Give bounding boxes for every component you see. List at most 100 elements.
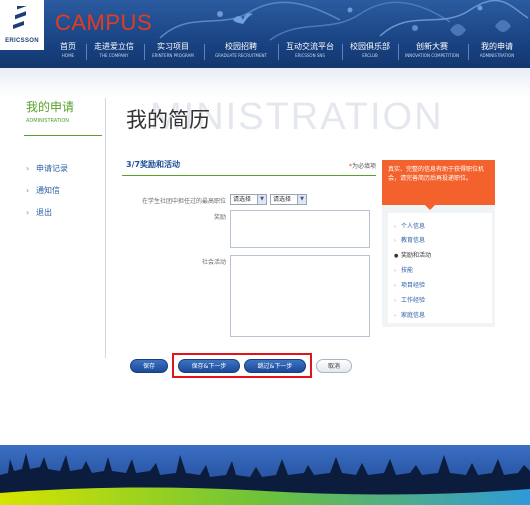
nav-sublabel: ADMINISTRATION bbox=[479, 53, 515, 58]
step-label: 技能 bbox=[401, 267, 414, 274]
nav-label: 创新大赛 bbox=[416, 42, 448, 51]
step-item-projects[interactable]: › 项目经验 bbox=[394, 280, 425, 289]
required-note: *为必填项 bbox=[349, 161, 376, 170]
tip-arrow bbox=[425, 205, 435, 210]
decorative-swirls bbox=[159, 0, 529, 41]
step-item-skills[interactable]: › 技能 bbox=[394, 265, 413, 274]
nav-sublabel: ERCLUB bbox=[362, 53, 378, 58]
nav-item-company[interactable]: 走进爱立信 THE COMPANY bbox=[92, 42, 136, 59]
chevron-right-icon: › bbox=[394, 298, 396, 304]
sidebar-item-records[interactable]: › 申请记录 bbox=[26, 163, 68, 174]
nav-item-club[interactable]: 校园俱乐部 ERCLUB bbox=[348, 42, 392, 59]
nav-item-graduate[interactable]: 校园招聘 GRADUATE RECRUITMENT bbox=[210, 42, 272, 59]
chevron-right-icon: › bbox=[394, 224, 396, 230]
nav-divider bbox=[204, 44, 205, 60]
sidebar-item-label: 申请记录 bbox=[36, 164, 68, 173]
activities-label: 社会活动 bbox=[201, 259, 226, 266]
chevron-down-icon: ▼ bbox=[257, 195, 266, 204]
logo-text: ERICSSON bbox=[5, 38, 39, 44]
position-select-1[interactable]: 请选择 ▼ bbox=[230, 194, 267, 205]
sidebar: 我的申请 ADMINISTRATION › 申请记录 › 通知信 › 退出 bbox=[20, 98, 102, 258]
nav-item-innovation[interactable]: 创新大赛 INNOVATION COMPETITION bbox=[402, 42, 462, 59]
sidebar-border bbox=[105, 98, 106, 358]
sidebar-item-label: 退出 bbox=[36, 208, 52, 217]
step-label: 项目经验 bbox=[401, 282, 426, 289]
chevron-right-icon: › bbox=[26, 164, 30, 173]
nav-sublabel: GRADUATE RECRUITMENT bbox=[215, 53, 267, 58]
page-root: ERICSSON CAMPUS 首页 HOME 走进爱立信 THE COMPAN… bbox=[0, 0, 530, 505]
header-shadow-band bbox=[0, 68, 530, 98]
nav-sublabel: ERINTERN PROGRAM bbox=[152, 53, 194, 58]
chevron-right-icon: › bbox=[394, 313, 396, 319]
steps-panel: › 个人信息 › 教育信息 ● 奖励和活动 › 技能 › 项目经验 › 工作经验 › 家庭信息 bbox=[382, 205, 495, 327]
step-item-work[interactable]: › 工作经验 bbox=[394, 295, 425, 304]
position-label: 在学生社团中担任过的最高职位 bbox=[141, 198, 226, 205]
crowd-silhouette-image bbox=[0, 453, 530, 505]
nav-label: 互动交流平台 bbox=[286, 42, 334, 51]
select-value: 请选择 bbox=[273, 196, 292, 203]
position-select-2[interactable]: 请选择 ▼ bbox=[270, 194, 307, 205]
nav-divider bbox=[144, 44, 145, 60]
campus-wordmark: CAMPUS bbox=[55, 10, 153, 35]
step-item-personal[interactable]: › 个人信息 bbox=[394, 221, 425, 230]
activities-textarea[interactable] bbox=[230, 255, 370, 337]
nav-label: 校园俱乐部 bbox=[350, 42, 390, 51]
sidebar-divider bbox=[24, 135, 102, 136]
nav-divider bbox=[342, 44, 343, 60]
nav-item-administration[interactable]: 我的申请 ADMINISTRATION bbox=[472, 42, 522, 59]
chevron-right-icon: › bbox=[26, 208, 30, 217]
nav-item-home[interactable]: 首页 HOME bbox=[54, 42, 82, 59]
sidebar-item-notices[interactable]: › 通知信 bbox=[26, 185, 60, 196]
tip-box: 真实、完整的信息有助于获得职位机会，请完善简历后再投递职位。 bbox=[382, 160, 495, 205]
step-item-awards[interactable]: ● 奖励和活动 bbox=[394, 250, 431, 259]
step-item-education[interactable]: › 教育信息 bbox=[394, 235, 425, 244]
ericsson-logo[interactable]: ERICSSON bbox=[0, 0, 44, 50]
bullet-icon: ● bbox=[394, 253, 399, 259]
nav-item-sns[interactable]: 互动交流平台 ERICSSON SNS bbox=[284, 42, 336, 59]
nav-label: 首页 bbox=[60, 42, 76, 51]
tip-text: 真实、完整的信息有助于获得职位机会，请完善简历后再投递职位。 bbox=[388, 166, 485, 182]
ericsson-logo-icon bbox=[13, 6, 28, 29]
step-title: 3/7奖励和活动 bbox=[126, 160, 181, 169]
chevron-right-icon: › bbox=[394, 283, 396, 289]
sidebar-item-logout[interactable]: › 退出 bbox=[26, 207, 52, 218]
resume-form: 3/7奖励和活动 *为必填项 在学生社团中担任过的最高职位 请选择 ▼ 请选择 … bbox=[122, 155, 376, 385]
nav-divider bbox=[86, 44, 87, 60]
nav-label: 我的申请 bbox=[481, 42, 513, 51]
step-label: 工作经验 bbox=[401, 297, 426, 304]
nav-sublabel: HOME bbox=[61, 53, 75, 58]
awards-textarea[interactable] bbox=[230, 210, 370, 248]
main-nav: 首页 HOME 走进爱立信 THE COMPANY 实习项目 ERINTERN … bbox=[46, 42, 530, 66]
nav-label: 实习项目 bbox=[157, 42, 189, 51]
nav-divider bbox=[398, 44, 399, 60]
sidebar-title: 我的申请 bbox=[26, 100, 75, 114]
chevron-right-icon: › bbox=[26, 186, 30, 195]
nav-divider bbox=[278, 44, 279, 60]
step-item-family[interactable]: › 家庭信息 bbox=[394, 310, 425, 319]
sidebar-subtitle: ADMINISTRATION bbox=[26, 118, 70, 124]
steps-list: › 个人信息 › 教育信息 ● 奖励和活动 › 技能 › 项目经验 › 工作经验 › 家庭信息 bbox=[388, 213, 492, 323]
step-label: 教育信息 bbox=[401, 237, 426, 244]
nav-label: 走进爱立信 bbox=[94, 42, 134, 51]
sidebar-item-label: 通知信 bbox=[36, 186, 60, 195]
highlight-box bbox=[172, 353, 312, 378]
chevron-right-icon: › bbox=[394, 238, 396, 244]
awards-label: 奖励 bbox=[213, 214, 226, 221]
step-label: 个人信息 bbox=[401, 223, 426, 230]
select-value: 请选择 bbox=[233, 196, 252, 203]
nav-sublabel: THE COMPANY bbox=[99, 53, 129, 58]
nav-sublabel: ERICSSON SNS bbox=[295, 53, 325, 58]
chevron-down-icon: ▼ bbox=[297, 195, 306, 204]
step-label: 家庭信息 bbox=[401, 312, 426, 319]
step-label: 奖励和活动 bbox=[401, 252, 432, 259]
bird-icon bbox=[233, 13, 253, 24]
site-header: ERICSSON CAMPUS 首页 HOME 走进爱立信 THE COMPAN… bbox=[0, 0, 530, 68]
nav-label: 校园招聘 bbox=[225, 42, 257, 51]
page-title: 我的简历 bbox=[126, 108, 210, 132]
chevron-right-icon: › bbox=[394, 268, 396, 274]
nav-item-intern[interactable]: 实习项目 ERINTERN PROGRAM bbox=[150, 42, 196, 59]
nav-divider bbox=[468, 44, 469, 60]
required-note-text: 为必填项 bbox=[351, 163, 376, 170]
save-button[interactable]: 保存 bbox=[130, 359, 168, 373]
cancel-button[interactable]: 取消 bbox=[316, 359, 352, 373]
